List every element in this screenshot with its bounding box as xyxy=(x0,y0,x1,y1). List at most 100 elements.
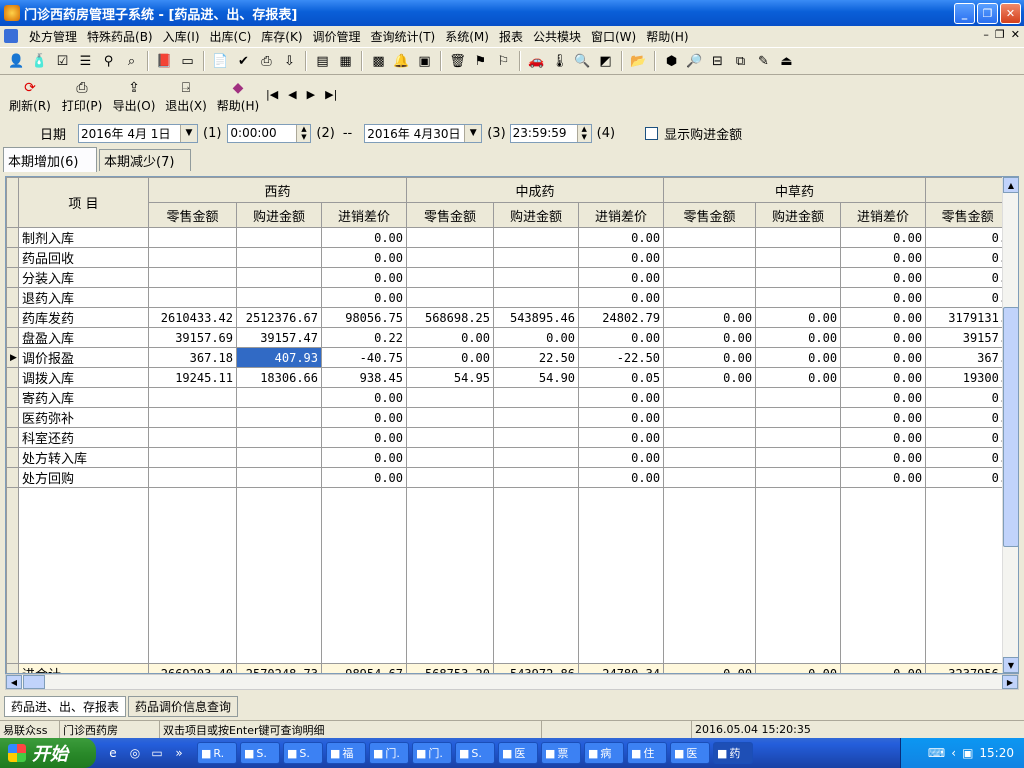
value-cell[interactable] xyxy=(663,387,757,408)
value-cell[interactable] xyxy=(663,407,757,428)
menu-price-adjust[interactable]: 调价管理 xyxy=(308,28,366,45)
menu-special-drugs[interactable]: 特殊药品(B) xyxy=(82,28,158,45)
spin-icon[interactable]: ▲ ▼ xyxy=(576,124,591,142)
start-button[interactable]: 开始 xyxy=(0,738,96,768)
value-cell[interactable]: 39157.69 xyxy=(148,327,237,348)
tray-expand-icon[interactable]: ‹ xyxy=(951,746,956,760)
value-cell[interactable] xyxy=(755,407,842,428)
value-cell[interactable]: 0.00 xyxy=(493,327,580,348)
row-indicator[interactable] xyxy=(6,287,19,308)
value-cell[interactable] xyxy=(663,227,757,248)
thermometer-icon[interactable]: 🌡 xyxy=(549,51,570,72)
value-cell[interactable]: 0.00 xyxy=(840,247,927,268)
value-cell[interactable]: 407.93 xyxy=(236,347,322,368)
value-cell[interactable]: 2669203.40 xyxy=(148,663,237,673)
value-cell[interactable]: 54.90 xyxy=(493,367,580,388)
value-cell[interactable] xyxy=(493,447,580,468)
start-time-field[interactable]: 0:00:00 ▲ ▼ xyxy=(227,123,312,143)
row-indicator[interactable] xyxy=(6,327,19,348)
tab-period-decrease[interactable]: 本期减少(7) xyxy=(99,149,191,171)
item-cell[interactable]: 科室还药 xyxy=(18,427,149,448)
value-cell[interactable]: 0.00 xyxy=(320,427,408,448)
taskbar-task-button[interactable]: ■ 门. xyxy=(369,742,409,764)
item-cell[interactable]: 调拨入库 xyxy=(18,367,149,388)
row-indicator[interactable] xyxy=(6,247,19,268)
print-button[interactable]: ⎙ 打印(P) xyxy=(56,76,108,116)
value-cell[interactable] xyxy=(236,427,322,448)
scroll-up-icon[interactable]: ▲ xyxy=(1003,177,1018,193)
value-cell[interactable] xyxy=(148,447,237,468)
title-bar[interactable]: 门诊西药房管理子系统 - [药品进、出、存报表] _ ❐ ✕ xyxy=(0,0,1024,26)
value-cell[interactable]: 543972.86 xyxy=(493,663,580,673)
item-cell[interactable]: 分装入库 xyxy=(18,267,149,288)
value-cell[interactable]: 0.00 xyxy=(578,287,665,308)
first-record-icon[interactable]: |◀ xyxy=(266,88,278,101)
value-cell[interactable] xyxy=(406,467,495,488)
value-cell[interactable]: 0.00 xyxy=(840,387,927,408)
value-cell[interactable]: 0.00 xyxy=(840,407,927,428)
row-indicator[interactable] xyxy=(6,267,19,288)
value-cell[interactable]: 0.00 xyxy=(840,227,927,248)
table-row[interactable]: 寄药入库 0.00 0.00 0.00 0. xyxy=(6,387,1011,408)
value-cell[interactable]: 0.00 xyxy=(578,447,665,468)
check-icon[interactable]: ☑ xyxy=(52,51,73,72)
value-cell[interactable]: 0.00 xyxy=(755,663,842,673)
export-button[interactable]: ⇪ 导出(O) xyxy=(108,76,160,116)
value-cell[interactable]: 24802.79 xyxy=(578,307,665,328)
value-cell[interactable]: 0.00 xyxy=(320,267,408,288)
value-cell[interactable]: 0.00 xyxy=(840,287,927,308)
row-indicator[interactable] xyxy=(6,467,19,488)
value-cell[interactable] xyxy=(236,267,322,288)
value-cell[interactable] xyxy=(493,287,580,308)
value-cell[interactable] xyxy=(755,427,842,448)
table-row[interactable]: 药库发药 2610433.42 2512376.67 98056.75 568698.2… xyxy=(6,307,1011,328)
table-row[interactable]: 分装入库 0.00 0.00 0.00 0. xyxy=(6,267,1011,288)
item-cell[interactable]: 进合计 xyxy=(18,663,149,673)
magnify-icon[interactable]: 🔎 xyxy=(684,51,705,72)
taskbar-task-button[interactable]: ■ 门. xyxy=(412,742,452,764)
value-cell[interactable] xyxy=(236,387,322,408)
value-cell[interactable] xyxy=(148,407,237,428)
help-button[interactable]: ◆ 帮助(H) xyxy=(212,76,264,116)
value-cell[interactable]: 98056.75 xyxy=(320,307,408,328)
value-cell[interactable]: 19300. xyxy=(925,367,1011,388)
value-cell[interactable]: 0.00 xyxy=(663,307,757,328)
mdi-minimize-button[interactable]: – xyxy=(983,28,989,41)
user-icon[interactable]: 👤 xyxy=(6,51,27,72)
grid-icon[interactable]: ▩ xyxy=(368,51,389,72)
value-cell[interactable]: 0.22 xyxy=(320,327,408,348)
taskbar-task-button[interactable]: ■ 票 xyxy=(541,742,581,764)
value-cell[interactable]: 0. xyxy=(925,387,1011,408)
menu-query-stats[interactable]: 查询统计(T) xyxy=(366,28,441,45)
item-cell[interactable]: 药品回收 xyxy=(18,247,149,268)
menu-common[interactable]: 公共模块 xyxy=(528,28,586,45)
list-icon[interactable]: ☰ xyxy=(75,51,96,72)
value-cell[interactable] xyxy=(755,227,842,248)
report-grid[interactable]: 项 目 西药 中成药 中草药 零售金额 购进金额 进销差价 零售金额 购进金额 … xyxy=(5,176,1019,674)
value-cell[interactable]: 2610433.42 xyxy=(148,307,237,328)
value-cell[interactable]: 0.00 xyxy=(320,467,408,488)
value-cell[interactable] xyxy=(148,427,237,448)
value-cell[interactable] xyxy=(663,267,757,288)
print-icon[interactable]: ⎙ xyxy=(256,51,277,72)
show-purchase-checkbox[interactable]: 显示购进金额 xyxy=(645,124,742,143)
table-row[interactable]: ▶ 调价报盈 367.18 407.93 -40.75 0.00 22.50 -22.50 0.… xyxy=(6,347,1011,368)
window-tab-stock-report[interactable]: 药品进、出、存报表 xyxy=(4,695,127,717)
value-cell[interactable]: 18306.66 xyxy=(236,367,322,388)
table-row[interactable]: 调拨入库 19245.11 18306.66 938.45 54.95 54.90 0.05… xyxy=(6,367,1011,388)
value-cell[interactable] xyxy=(406,267,495,288)
value-cell[interactable]: 0.00 xyxy=(755,367,842,388)
value-cell[interactable] xyxy=(406,227,495,248)
value-cell[interactable] xyxy=(493,407,580,428)
value-cell[interactable] xyxy=(755,287,842,308)
value-cell[interactable]: 0.00 xyxy=(663,327,757,348)
value-cell[interactable]: 367. xyxy=(925,347,1011,368)
value-cell[interactable]: 39157. xyxy=(925,327,1011,348)
row-indicator[interactable] xyxy=(6,427,19,448)
taskbar-task-button[interactable]: ■ 医 xyxy=(670,742,710,764)
value-cell[interactable] xyxy=(148,247,237,268)
taskbar-task-button[interactable]: ■ S. xyxy=(240,742,280,764)
value-cell[interactable]: -22.50 xyxy=(578,347,665,368)
value-cell[interactable]: 568698.25 xyxy=(406,307,495,328)
value-cell[interactable]: 0.00 xyxy=(320,287,408,308)
